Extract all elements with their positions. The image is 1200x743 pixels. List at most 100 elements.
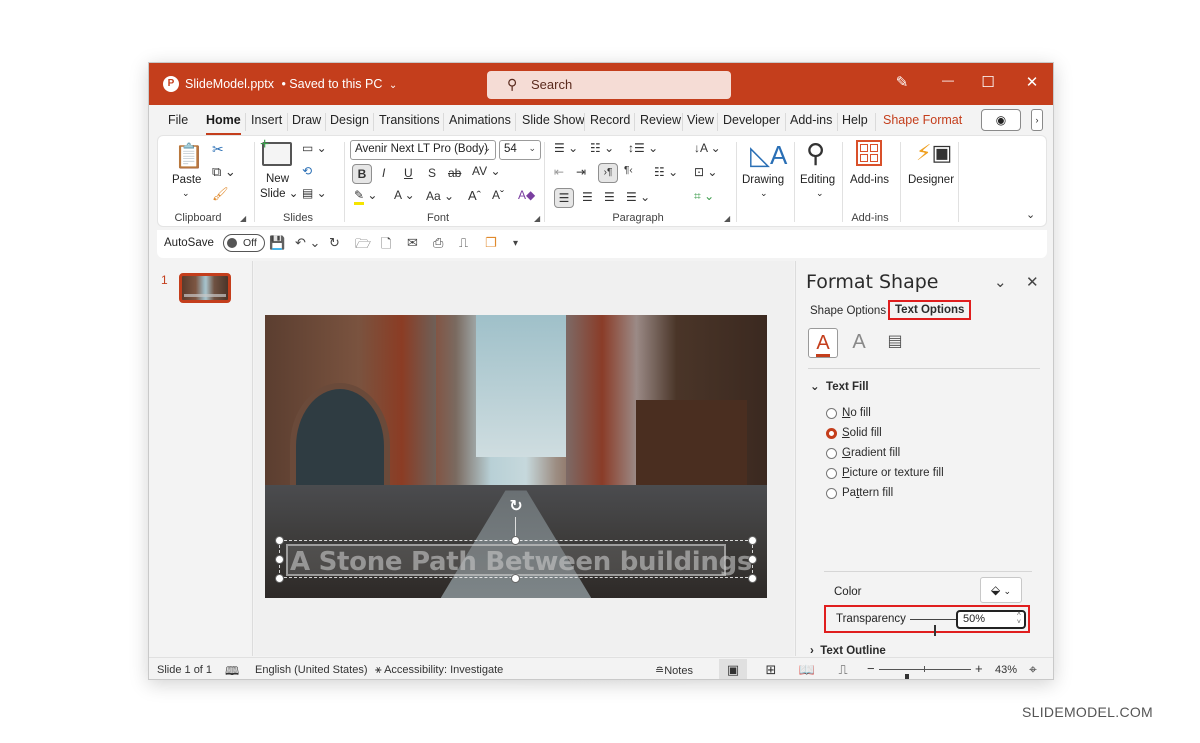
new-slide-label[interactable]: New (266, 173, 289, 185)
tab-design[interactable]: Design (330, 113, 369, 127)
tab-insert[interactable]: Insert (251, 113, 282, 127)
section-icon[interactable]: ▤ ⌄ (302, 186, 327, 200)
tab-shape-options[interactable]: Shape Options (810, 305, 886, 317)
print-icon[interactable]: ⎙ (433, 235, 443, 251)
increase-font-size-button[interactable]: Aˆ (468, 188, 481, 203)
text-direction-button[interactable]: ↓A ⌄ (694, 141, 721, 155)
line-spacing-button[interactable]: ↕☰ ⌄ (628, 141, 658, 155)
font-dialog-launcher[interactable]: ◢ (534, 214, 540, 223)
underline-button[interactable]: U (404, 166, 413, 180)
textbox-icon[interactable]: ▤ (880, 328, 910, 358)
bullets-button[interactable]: ☰ ⌄ (554, 141, 578, 155)
redo-icon[interactable]: ↻ (329, 235, 340, 251)
tab-shape-format[interactable]: Shape Format (883, 113, 962, 127)
drawing-button[interactable]: Drawing (742, 174, 784, 186)
text-fill-outline-icon[interactable]: A (808, 328, 838, 358)
columns-button[interactable]: ☷ ⌄ (654, 165, 678, 179)
chevron-down-icon[interactable]: ⌄ (760, 188, 768, 199)
accessibility-status[interactable]: ⚹ Accessibility: Investigate (375, 664, 503, 677)
zoom-out-button[interactable]: − (867, 661, 875, 676)
text-fill-section-header[interactable]: ⌄ Text Fill (810, 379, 869, 393)
reading-view-button[interactable]: 📖 (793, 659, 821, 679)
paste-chevron-icon[interactable]: ⌄ (182, 188, 190, 199)
ribbon-scroll-right[interactable]: › (1031, 109, 1043, 131)
fit-to-window-icon[interactable]: ⌖ (1029, 661, 1037, 678)
paste-button[interactable]: Paste (172, 174, 201, 186)
spelling-check-icon[interactable]: 🕮 (225, 662, 239, 679)
highlight-color-button[interactable]: ✎ ⌄ (354, 188, 377, 205)
drawing-icon[interactable]: ◺A (750, 140, 787, 171)
transparency-spinbox[interactable]: 50% ˄ ˅ (956, 610, 1026, 629)
new-slide-icon[interactable]: + (260, 136, 292, 166)
resize-handle-top[interactable] (511, 536, 520, 545)
clear-formatting-icon[interactable]: A◆ (518, 188, 535, 202)
layout-icon[interactable]: ▭ ⌄ (302, 141, 327, 155)
paste-icon[interactable]: 📋 (174, 142, 204, 171)
collapse-ribbon-icon[interactable]: ⌄ (1026, 208, 1035, 221)
record-button[interactable]: ◉ (981, 109, 1021, 131)
slide-canvas[interactable]: ↻ A Stone Path Between buildings (265, 315, 767, 598)
text-effects-icon[interactable]: A (844, 328, 874, 358)
pen-icon[interactable]: ✎ (887, 73, 917, 91)
tab-record[interactable]: Record (590, 113, 630, 127)
italic-button[interactable]: I (382, 166, 385, 180)
resize-handle-bottom[interactable] (511, 574, 520, 583)
tab-view[interactable]: View (687, 113, 714, 127)
tab-developer[interactable]: Developer (723, 113, 780, 127)
add-ins-button[interactable]: Add-ins (850, 174, 889, 186)
notes-button[interactable]: ≘Notes (655, 664, 693, 677)
autosave-toggle[interactable]: Off (223, 234, 265, 252)
chevron-down-icon[interactable]: ⌄ (816, 188, 824, 199)
numbering-button[interactable]: ☷ ⌄ (590, 141, 614, 155)
designer-button[interactable]: Designer (908, 174, 954, 186)
align-center-button[interactable]: ☰ (582, 190, 593, 204)
resize-handle-top-right[interactable] (748, 536, 757, 545)
slide-show-button[interactable]: ⎍ (829, 659, 857, 679)
tab-slide-show[interactable]: Slide Show (522, 113, 585, 127)
color-picker-button[interactable]: ⬙ ⌄ (980, 577, 1022, 603)
align-right-button[interactable]: ☰ (604, 190, 615, 204)
align-left-button[interactable]: ☰ (554, 188, 574, 208)
zoom-slider-thumb[interactable] (904, 674, 909, 679)
open-folder-icon[interactable]: 🗁 (355, 235, 371, 257)
pane-options-chevron-icon[interactable]: ⌄ (994, 273, 1007, 291)
decrease-font-size-button[interactable]: Aˇ (492, 188, 504, 202)
justify-button[interactable]: ☰ ⌄ (626, 190, 650, 204)
zoom-in-button[interactable]: + (975, 661, 983, 676)
font-color-button[interactable]: A ⌄ (394, 188, 415, 202)
decrease-indent-button[interactable]: ⇤ (554, 165, 564, 179)
resize-handle-left[interactable] (275, 555, 284, 564)
format-painter-icon[interactable]: 🖌 (212, 186, 229, 202)
tab-file[interactable]: File (168, 113, 188, 127)
zoom-level[interactable]: 43% (995, 664, 1017, 676)
designer-icon[interactable]: ⚡▣ (916, 140, 952, 166)
add-ins-icon[interactable] (856, 140, 882, 166)
slide-sorter-button[interactable]: ⊞ (757, 659, 785, 679)
language-status[interactable]: English (United States) (255, 664, 368, 676)
editing-search-icon[interactable]: ⚲ (806, 138, 825, 169)
slide-title-text[interactable]: A Stone Path Between buildings (288, 547, 752, 577)
undo-icon[interactable]: ↶ ⌄ (295, 235, 320, 251)
editing-button[interactable]: Editing (800, 174, 835, 186)
resize-handle-top-left[interactable] (275, 536, 284, 545)
close-button[interactable]: ✕ (1017, 73, 1047, 91)
bold-button[interactable]: B (352, 164, 372, 184)
font-size-dropdown[interactable]: 54 ⌄ (499, 140, 541, 160)
shapes-icon[interactable]: ❐ (485, 235, 497, 251)
tab-home[interactable]: Home (206, 113, 241, 135)
copy-icon[interactable]: ⧉ ⌄ (212, 164, 236, 180)
tab-animations[interactable]: Animations (449, 113, 511, 127)
reset-icon[interactable]: ⟲ (302, 164, 312, 178)
increase-indent-button[interactable]: ⇥ (576, 165, 586, 179)
maximize-button[interactable]: ☐ (973, 73, 1003, 91)
shadow-button[interactable]: S (428, 166, 436, 180)
ltr-button[interactable]: ›¶ (598, 163, 618, 183)
strikethrough-button[interactable]: ab (448, 166, 461, 180)
selected-text-box[interactable]: A Stone Path Between buildings (279, 540, 753, 578)
email-icon[interactable]: ✉ (407, 235, 418, 251)
pane-close-icon[interactable]: ✕ (1026, 273, 1039, 291)
new-file-icon[interactable]: 🗋 (381, 235, 391, 257)
cut-icon[interactable]: ✂ (212, 141, 224, 158)
spin-arrows-icon[interactable]: ˄ ˅ (1017, 611, 1021, 627)
minimize-button[interactable]: — (933, 73, 963, 87)
